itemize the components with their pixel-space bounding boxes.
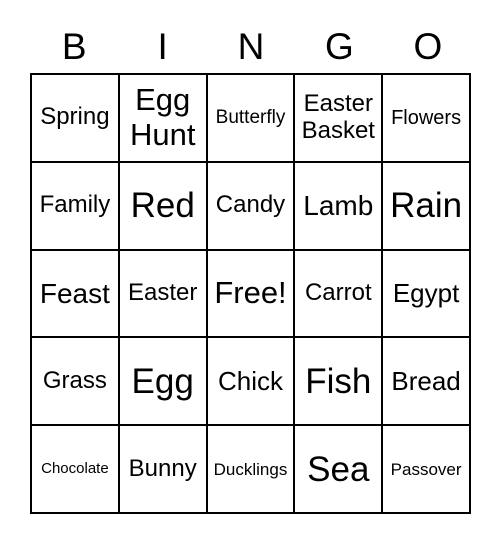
bingo-cell[interactable]: Egypt bbox=[382, 249, 470, 338]
bingo-grid: Spring Egg Hunt Butterfly Easter Basket … bbox=[30, 73, 471, 514]
bingo-cell[interactable]: Carrot bbox=[294, 249, 383, 338]
header-letter-b: B bbox=[61, 26, 87, 67]
bingo-cell[interactable]: Egg bbox=[118, 337, 207, 426]
free-space-cell[interactable]: Free! bbox=[206, 249, 295, 338]
bingo-cell[interactable]: Easter Basket bbox=[294, 74, 383, 162]
bingo-cell[interactable]: Egg Hunt bbox=[118, 74, 207, 162]
bingo-cell[interactable]: Rain bbox=[382, 161, 470, 250]
header-letter-n: N bbox=[237, 26, 265, 67]
bingo-cell[interactable]: Grass bbox=[31, 337, 119, 426]
bingo-cell[interactable]: Feast bbox=[31, 249, 119, 338]
bingo-cell[interactable]: Ducklings bbox=[206, 425, 295, 513]
bingo-cell[interactable]: Chick bbox=[206, 337, 295, 426]
bingo-cell[interactable]: Fish bbox=[294, 337, 383, 426]
header-letter-g: G bbox=[325, 26, 354, 67]
bingo-cell[interactable]: Passover bbox=[382, 425, 470, 513]
bingo-header: B I N G O bbox=[30, 22, 472, 72]
bingo-cell[interactable]: Family bbox=[31, 161, 119, 250]
bingo-cell[interactable]: Sea bbox=[294, 425, 383, 513]
header-letter-i: I bbox=[157, 26, 168, 67]
bingo-cell[interactable]: Bread bbox=[382, 337, 470, 426]
header-letter-o: O bbox=[413, 26, 443, 67]
bingo-cell[interactable]: Flowers bbox=[382, 74, 470, 162]
bingo-cell[interactable]: Bunny bbox=[118, 425, 207, 513]
bingo-cell[interactable]: Red bbox=[118, 161, 207, 250]
bingo-cell[interactable]: Spring bbox=[31, 74, 119, 162]
bingo-cell[interactable]: Lamb bbox=[294, 161, 383, 250]
bingo-cell[interactable]: Chocolate bbox=[31, 425, 119, 513]
bingo-cell[interactable]: Easter bbox=[118, 249, 207, 338]
bingo-cell[interactable]: Butterfly bbox=[206, 74, 295, 162]
bingo-cell[interactable]: Candy bbox=[206, 161, 295, 250]
